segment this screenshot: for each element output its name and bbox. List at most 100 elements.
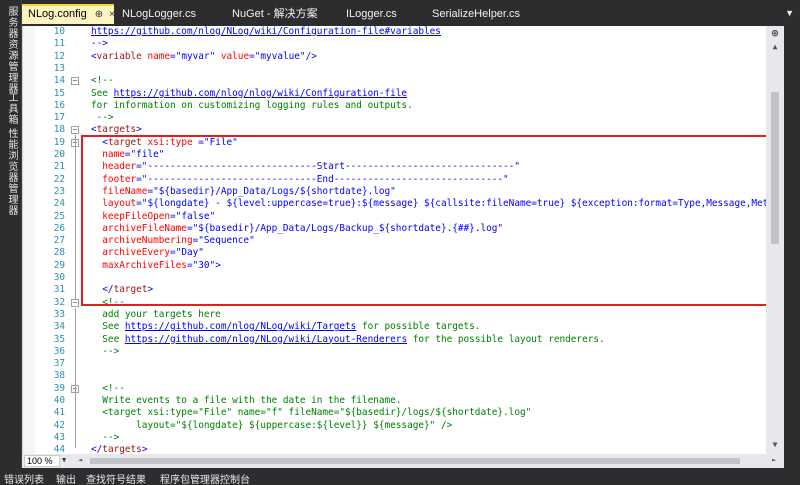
close-icon[interactable]: × xyxy=(109,6,114,23)
code-link[interactable]: https://github.com/nlog/NLog/wiki/Target… xyxy=(125,321,356,332)
code-line[interactable]: 20 name="file" xyxy=(23,149,766,161)
server-explorer-tab[interactable]: 服务器资源管理器 xyxy=(3,6,19,94)
scroll-right-icon[interactable]: ► xyxy=(772,456,776,464)
code-line[interactable]: 15 See https://github.com/nlog/nlog/wiki/… xyxy=(23,88,766,100)
code-line[interactable]: 25 keepFileOpen="false" xyxy=(23,211,766,223)
code-line[interactable]: 13 xyxy=(23,63,766,75)
code-token: name xyxy=(91,149,125,160)
code-line[interactable]: 30 xyxy=(23,272,766,284)
code-line[interactable]: 16 for information on customizing logging… xyxy=(23,100,766,112)
code-line[interactable]: 34 See https://github.com/nlog/NLog/wiki… xyxy=(23,321,766,333)
code-token: layout="${longdate} ${uppercase:${level}… xyxy=(91,419,453,431)
code-text: archiveNumbering="Sequence" xyxy=(91,235,254,247)
tab-error-list[interactable]: 错误列表 xyxy=(4,471,44,485)
code-token: =" xyxy=(136,173,148,185)
line-number: 12 xyxy=(53,50,65,62)
chevron-down-icon[interactable]: ▼ xyxy=(62,456,66,464)
collapse-icon[interactable]: − xyxy=(71,126,79,135)
code-token: maxArchiveFiles xyxy=(91,259,187,271)
scroll-thumb[interactable] xyxy=(771,92,779,244)
code-line[interactable]: 11 --> xyxy=(23,38,766,50)
code-link[interactable]: https://github.com/nlog/NLog/wiki/Config… xyxy=(91,26,441,37)
fold-guide-line xyxy=(75,135,76,300)
vertical-scrollbar[interactable]: ⊕ ▲ ▼ xyxy=(766,26,784,454)
line-number: 23 xyxy=(53,185,65,197)
code-line[interactable]: 39− <!-- xyxy=(23,383,766,395)
code-line[interactable]: 41 <target xsi:type="File" name="f" file… xyxy=(23,407,766,419)
code-line[interactable]: 38 xyxy=(23,370,766,382)
tab-package-manager-console[interactable]: 程序包管理器控制台 xyxy=(160,471,250,485)
line-number: 15 xyxy=(53,87,65,99)
tab-find-symbol-results[interactable]: 查找符号结果 xyxy=(86,471,146,485)
code-line[interactable]: 27 archiveNumbering="Sequence" xyxy=(23,235,766,247)
code-line[interactable]: 18− <targets> xyxy=(23,124,766,136)
code-token: < xyxy=(91,136,108,148)
code-token: myvar xyxy=(181,50,210,62)
code-line[interactable]: 40 Write events to a file with the date … xyxy=(23,395,766,407)
code-line[interactable]: 44 </targets> xyxy=(23,444,766,454)
code-text: layout="${longdate} ${uppercase:${level}… xyxy=(91,420,452,432)
code-line[interactable]: 33 add your targets here xyxy=(23,309,766,321)
document-tab-strip: NLog.config ⊕ × NLogLogger.cs NuGet - 解决方案… xyxy=(22,4,800,24)
code-token: ${longdate} - ${level:uppercase=true}:${… xyxy=(147,198,766,210)
horizontal-scroll-thumb[interactable] xyxy=(90,458,740,464)
code-line[interactable]: 36 --> xyxy=(23,346,766,358)
code-line[interactable]: 32− <!-- xyxy=(23,297,766,309)
code-text: --> xyxy=(91,432,119,444)
tab-overflow-dropdown-icon[interactable]: ▼ xyxy=(785,8,794,18)
code-token: =" xyxy=(186,222,199,234)
toolbox-tab[interactable]: 工具箱 xyxy=(3,92,19,125)
code-token: false xyxy=(181,210,210,222)
code-token: Day xyxy=(181,247,199,259)
code-line[interactable]: 42 layout="${longdate} ${uppercase:${lev… xyxy=(23,420,766,432)
tab-nloglogger[interactable]: NLogLogger.cs xyxy=(116,4,220,24)
performance-explorer-tab[interactable]: 性能浏览器管理器 xyxy=(3,128,19,216)
code-line[interactable]: 28 archiveEvery="Day" xyxy=(23,247,766,259)
line-number: 20 xyxy=(53,149,65,160)
code-line[interactable]: 24 layout="${longdate} - ${level:upperca… xyxy=(23,198,766,210)
code-line[interactable]: 14− <!-- xyxy=(23,75,766,87)
code-line[interactable]: 19− <target xsi:type ="File" xyxy=(23,137,766,149)
line-number: 32 xyxy=(53,296,65,308)
code-line[interactable]: 23 fileName="${basedir}/App_Data/Logs/${… xyxy=(23,186,766,198)
code-token: myvalue xyxy=(260,50,300,62)
code-line[interactable]: 22 footer="-----------------------------… xyxy=(23,174,766,186)
code-line[interactable]: 37 xyxy=(23,358,766,370)
split-window-icon[interactable]: ⊕ xyxy=(766,26,784,40)
code-token: =" xyxy=(192,136,210,148)
code-line[interactable]: 10 https://github.com/nlog/NLog/wiki/Conf… xyxy=(23,26,766,38)
scroll-up-icon[interactable]: ▲ xyxy=(766,42,784,54)
code-line[interactable]: 21 header="-----------------------------… xyxy=(23,161,766,173)
code-token: keepFileOpen xyxy=(91,210,171,222)
code-text: https://github.com/nlog/NLog/wiki/Config… xyxy=(91,26,441,38)
tab-serializehelper[interactable]: SerializeHelper.cs xyxy=(426,4,546,24)
tab-nuget-solution[interactable]: NuGet - 解决方案 xyxy=(226,4,346,24)
line-number: 29 xyxy=(53,259,65,271)
code-line[interactable]: 12 <variable name="myvar" value="myvalue"… xyxy=(23,51,766,63)
line-number: 21 xyxy=(53,161,65,173)
code-line[interactable]: 31 </target> xyxy=(23,284,766,296)
collapse-icon[interactable]: − xyxy=(71,77,79,86)
pin-icon[interactable]: ⊕ xyxy=(95,6,103,23)
code-link[interactable]: https://github.com/nlog/nlog/wiki/Config… xyxy=(114,88,408,99)
code-line[interactable]: 26 archiveFileName="${basedir}/App_Data/… xyxy=(23,223,766,235)
line-number: 33 xyxy=(53,308,65,320)
tab-nlog-config[interactable]: NLog.config ⊕ × xyxy=(22,4,114,24)
line-number: 39 xyxy=(53,382,65,394)
code-line[interactable]: 35 See https://github.com/nlog/NLog/wiki… xyxy=(23,334,766,346)
code-token: for the possible layout renderers. xyxy=(407,333,605,345)
code-token: =" xyxy=(136,161,148,173)
scroll-left-icon[interactable]: ◄ xyxy=(78,456,82,464)
code-line[interactable]: 29 maxArchiveFiles="30"> xyxy=(23,260,766,272)
tab-ilogger[interactable]: ILogger.cs xyxy=(340,4,418,24)
tab-output[interactable]: 输出 xyxy=(56,471,76,485)
code-line[interactable]: 43 --> xyxy=(23,432,766,444)
code-line[interactable]: 17 --> xyxy=(23,112,766,124)
code-editor[interactable]: 10 https://github.com/nlog/NLog/wiki/Conf… xyxy=(22,26,766,454)
code-token: archiveEvery xyxy=(91,247,171,259)
code-text: layout="${longdate} - ${level:uppercase=… xyxy=(91,198,766,210)
zoom-level-select[interactable]: 100 % xyxy=(24,455,60,467)
code-link[interactable]: https://github.com/nlog/NLog/wiki/Layout… xyxy=(125,334,407,345)
scroll-down-icon[interactable]: ▼ xyxy=(766,440,784,452)
code-token: ${basedir}/App_Data/Logs/Backup_${shortd… xyxy=(198,222,498,234)
